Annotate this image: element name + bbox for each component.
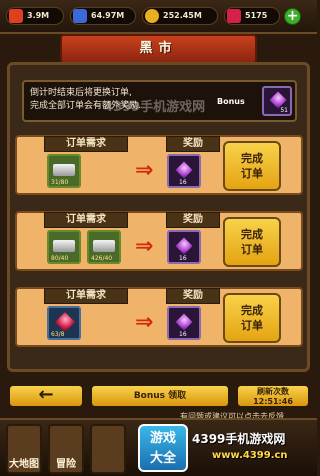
required-item-count: 63/8 [51, 331, 65, 338]
order-card-2: 订单需求 80/40 426/40 ⇒ 奖励 16 完成 订单 [15, 211, 303, 271]
resource-2-value: 64.97M [91, 11, 125, 20]
resource-3-value: 252.45M [163, 11, 202, 20]
bonus-reward-qty: 51 [280, 107, 288, 114]
refresh-label: 刷新次数 [257, 387, 289, 396]
order-card-1: 订单需求 31/80 ⇒ 奖励 16 完成 订单 [15, 135, 303, 195]
arrow-right-icon: ⇒ [135, 310, 154, 335]
logo-text-2: 大全 [149, 451, 176, 466]
nav-adventure-label: 冒险 [56, 459, 76, 470]
resource-1-value: 3.9M [27, 11, 50, 20]
resource-bar: 3.9M 64.97M 252.45M 5175 + [0, 0, 317, 34]
nav-map-label: 大地图 [9, 459, 39, 470]
nav-third-button[interactable] [90, 424, 126, 474]
claim-bonus-button[interactable]: Bonus 领取 [90, 384, 230, 408]
logo-text-1: 游戏 [149, 431, 176, 446]
gold-coin-icon [145, 9, 159, 23]
required-item-silver-bar[interactable]: 31/80 [47, 154, 81, 188]
watermark-url: www.4399.cn [212, 450, 288, 461]
nav-adventure-button[interactable]: 冒险 [48, 424, 84, 474]
silver-bar-icon [53, 164, 75, 176]
complete-order-button[interactable]: 完成 订单 [223, 293, 281, 343]
nav-map-button[interactable]: 大地图 [6, 424, 42, 474]
order-requirement-label: 订单需求 [44, 212, 128, 228]
reward-crystal: 16 [167, 306, 201, 340]
required-item-count: 31/80 [51, 179, 69, 186]
required-item-count: 426/40 [91, 255, 113, 262]
required-item-count: 80/40 [51, 255, 69, 262]
order-requirement-label: 订单需求 [44, 288, 128, 304]
order-reward-label: 奖励 [166, 288, 220, 304]
order-card-3: 订单需求 63/8 ⇒ 奖励 16 完成 订单 [15, 287, 303, 347]
purple-crystal-icon [175, 237, 193, 255]
arrow-right-icon: ⇒ [135, 234, 154, 259]
back-button[interactable]: ← [8, 384, 84, 408]
complete-order-button[interactable]: 完成 订单 [223, 141, 281, 191]
refresh-timer: 12:51:46 [253, 397, 293, 406]
reward-qty: 16 [179, 255, 187, 262]
reward-qty: 16 [179, 179, 187, 186]
order-requirement-label: 订单需求 [44, 136, 128, 152]
arrow-right-icon: ⇒ [135, 158, 154, 183]
reward-qty: 16 [179, 331, 187, 338]
ruby-icon [55, 312, 75, 332]
add-currency-button[interactable]: + [284, 8, 301, 25]
reward-crystal: 16 [167, 154, 201, 188]
reward-crystal: 16 [167, 230, 201, 264]
required-item-silver-bar[interactable]: 80/40 [47, 230, 81, 264]
order-reward-label: 奖励 [166, 212, 220, 228]
bonus-reward-crystal: 51 [262, 86, 292, 116]
resource-2: 64.97M [70, 7, 136, 25]
watermark-logo: 游戏 大全 [138, 424, 188, 472]
required-item-ruby[interactable]: 63/8 [47, 306, 81, 340]
resource-4: 5175 [224, 7, 280, 25]
energy-icon [73, 9, 87, 23]
purple-crystal-icon [269, 91, 287, 109]
resource-1: 3.9M [6, 7, 64, 25]
silver-bar-icon [93, 240, 115, 252]
coin-stack-icon [9, 9, 23, 23]
page-title: 黑市 [60, 34, 257, 64]
required-item-silver-bar[interactable]: 426/40 [87, 230, 121, 264]
resource-3: 252.45M [142, 7, 218, 25]
purple-crystal-icon [175, 313, 193, 331]
watermark-brand: 4399手机游戏网 [192, 432, 286, 446]
complete-order-button[interactable]: 完成 订单 [223, 217, 281, 267]
resource-4-value: 5175 [245, 11, 268, 20]
purple-crystal-icon [175, 161, 193, 179]
refresh-button[interactable]: 刷新次数 12:51:46 [236, 384, 310, 408]
order-reward-label: 奖励 [166, 136, 220, 152]
bonus-label: Bonus [217, 97, 245, 106]
silver-bar-icon [53, 240, 75, 252]
ruby-icon [227, 9, 241, 23]
watermark-text: 4399手机游戏网 [104, 100, 206, 115]
